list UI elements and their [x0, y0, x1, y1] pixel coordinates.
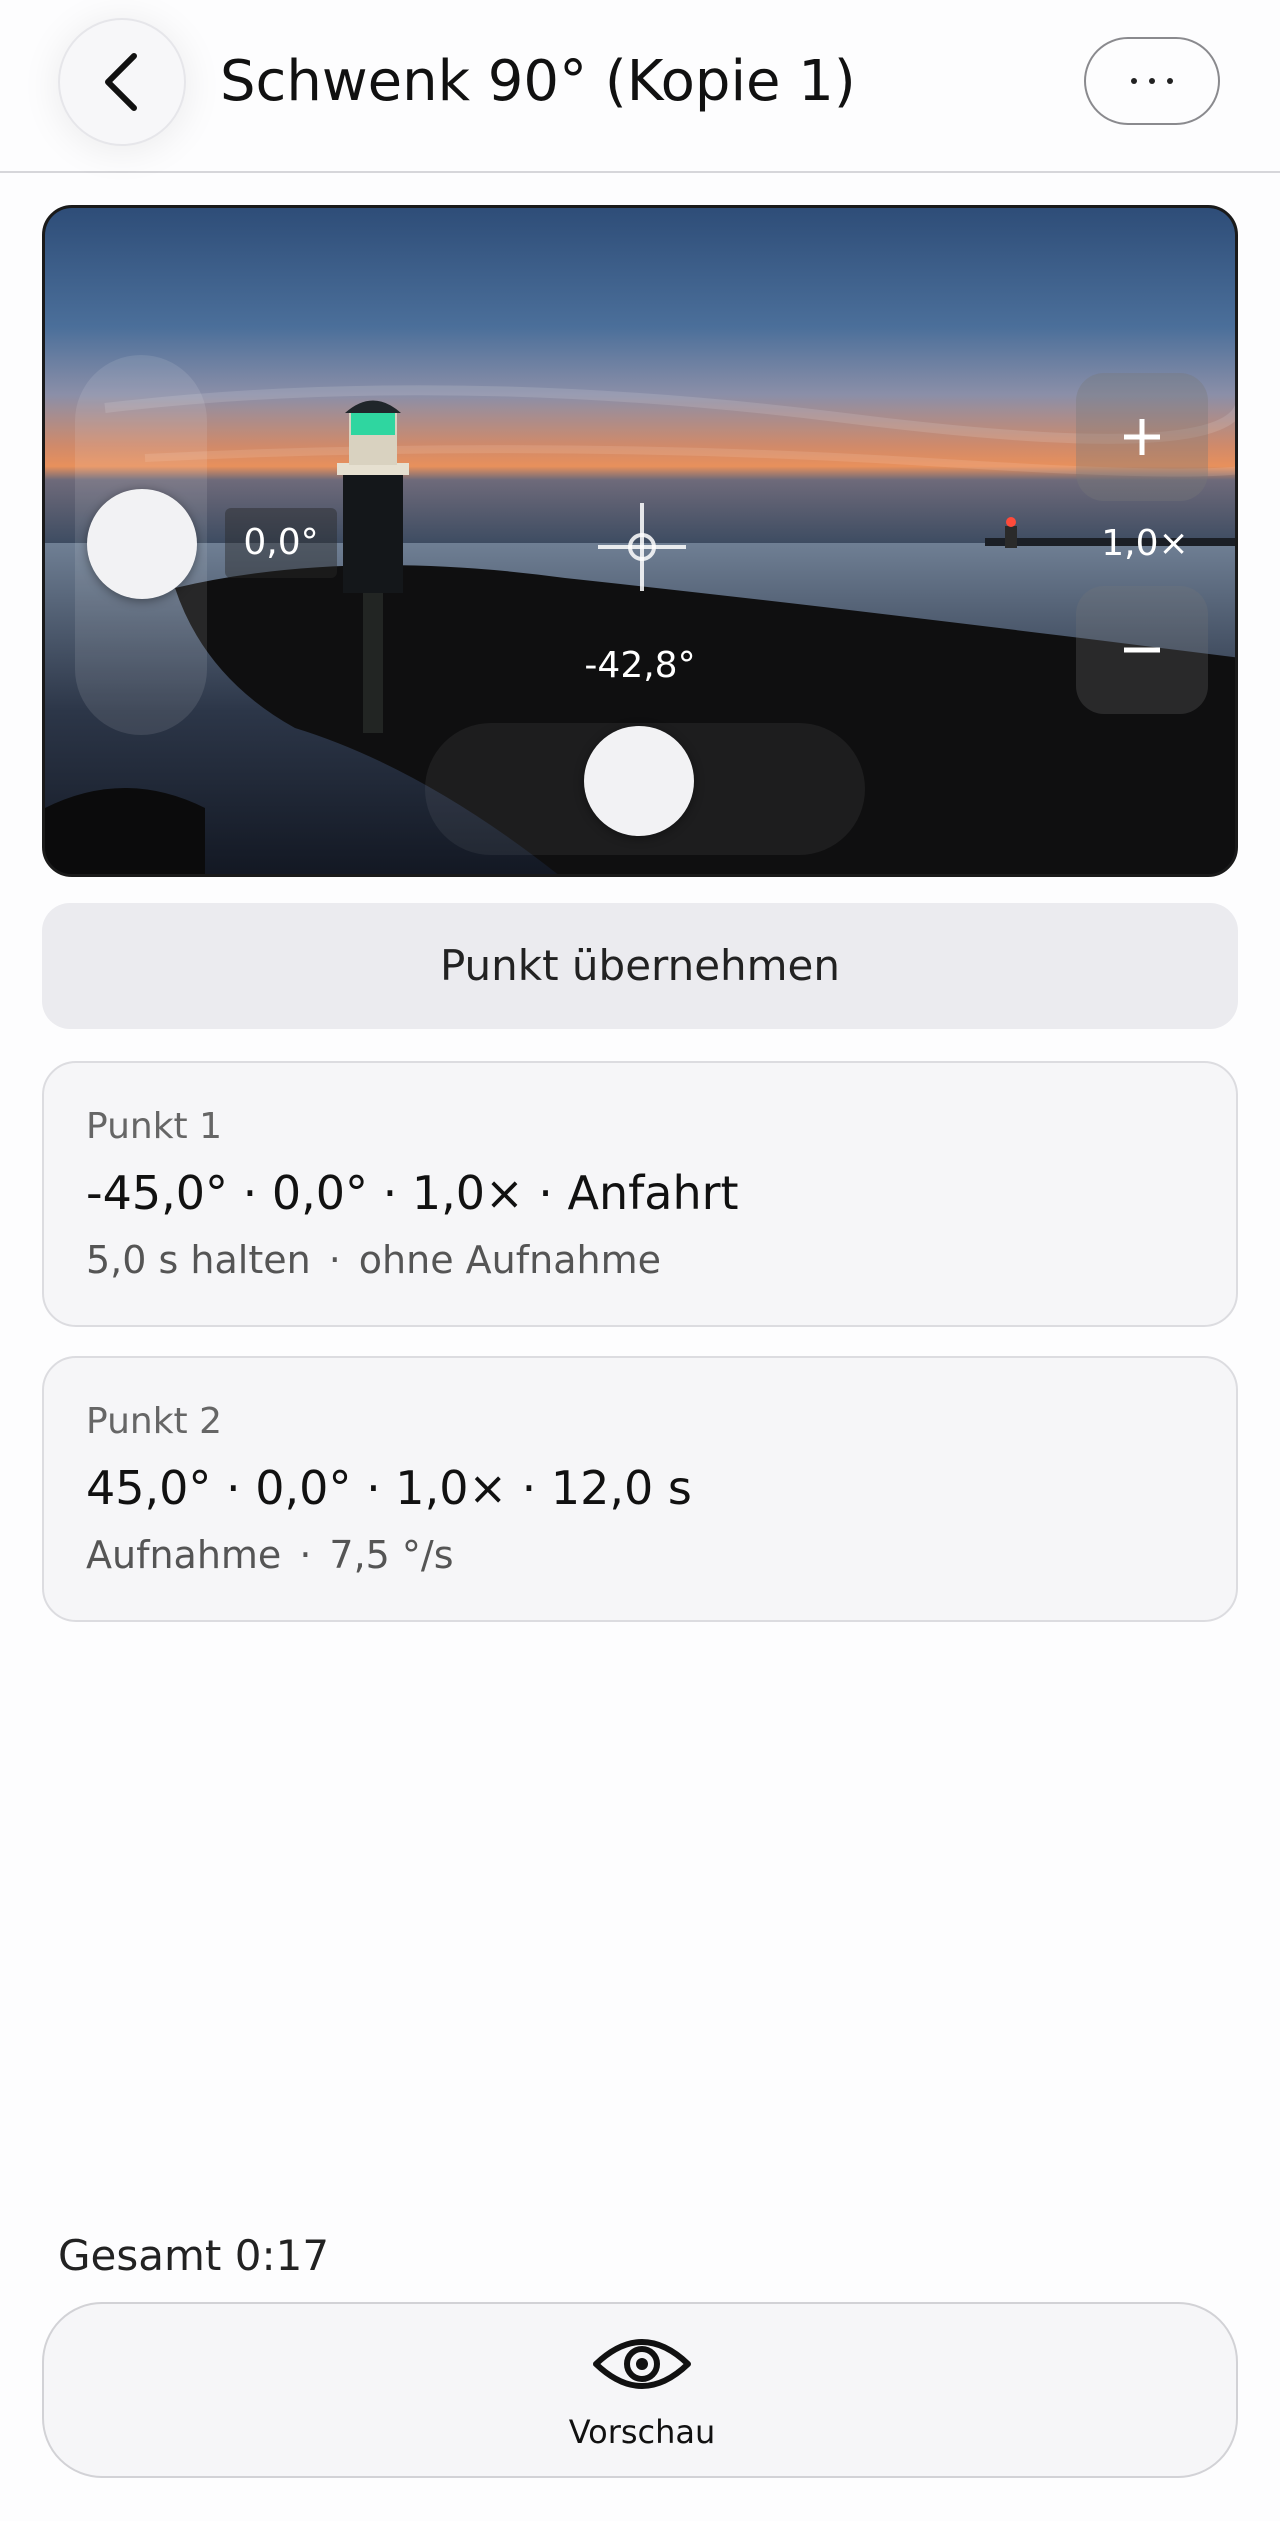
- point-summary: -45,0° · 0,0° · 1,0× · Anfahrt: [86, 1166, 739, 1220]
- point-summary: 45,0° · 0,0° · 1,0× · 12,0 s: [86, 1461, 692, 1515]
- tilt-value: 0,0°: [225, 508, 337, 578]
- chevron-left-icon: [105, 53, 137, 111]
- separator: ·: [328, 1238, 341, 1282]
- page-title: Schwenk 90° (Kopie 1): [220, 49, 856, 114]
- zoom-value: 1,0×: [1101, 523, 1189, 564]
- point-recording: Aufnahme: [86, 1533, 282, 1577]
- pan-value: -42,8°: [584, 645, 696, 686]
- ellipsis-icon: [1131, 78, 1173, 84]
- minus-icon: [1124, 647, 1160, 653]
- plus-icon: [1124, 419, 1160, 455]
- more-options-button[interactable]: [1084, 37, 1220, 125]
- total-duration: Gesamt 0:17: [58, 2231, 330, 2280]
- point-label: Punkt 2: [86, 1401, 223, 1442]
- preview-button[interactable]: Vorschau: [42, 2302, 1238, 2478]
- preview-label: Vorschau: [568, 2413, 716, 2451]
- point-details: Aufnahme · 7,5 °/s: [86, 1528, 454, 1582]
- zoom-out-button[interactable]: [1076, 586, 1208, 714]
- apply-point-button[interactable]: Punkt übernehmen: [42, 903, 1238, 1029]
- point-speed: 7,5 °/s: [329, 1533, 454, 1577]
- top-bar: Schwenk 90° (Kopie 1): [0, 0, 1280, 173]
- eye-icon: [593, 2339, 691, 2389]
- point-card-1[interactable]: Punkt 1 -45,0° · 0,0° · 1,0× · Anfahrt 5…: [42, 1061, 1238, 1327]
- crosshair-icon: [598, 503, 686, 591]
- point-details: 5,0 s halten · ohne Aufnahme: [86, 1233, 661, 1287]
- pan-slider-handle[interactable]: [584, 726, 694, 836]
- point-hold: 5,0 s halten: [86, 1238, 311, 1282]
- point-recording: ohne Aufnahme: [358, 1238, 661, 1282]
- separator: ·: [299, 1533, 312, 1577]
- point-label: Punkt 1: [86, 1106, 223, 1147]
- zoom-in-button[interactable]: [1076, 373, 1208, 501]
- tilt-slider-handle[interactable]: [87, 489, 197, 599]
- camera-preview[interactable]: 0,0° -42,8° 1,0×: [42, 205, 1238, 877]
- point-card-2[interactable]: Punkt 2 45,0° · 0,0° · 1,0× · 12,0 s Auf…: [42, 1356, 1238, 1622]
- back-button[interactable]: [58, 18, 186, 146]
